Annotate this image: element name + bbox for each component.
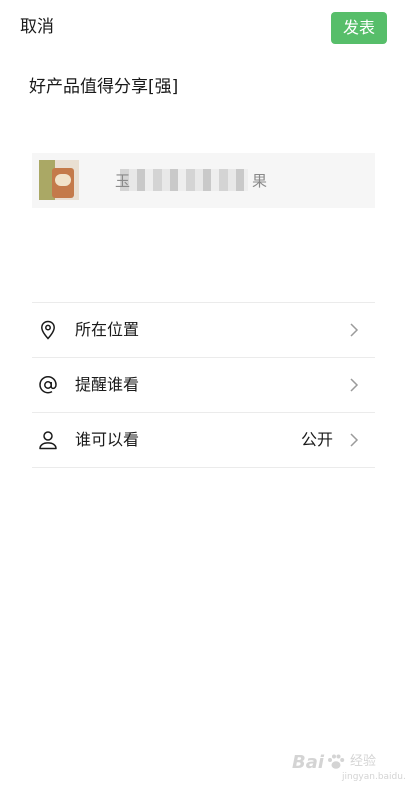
mention-option[interactable]: 提醒谁看	[32, 358, 375, 413]
product-thumbnail	[39, 160, 79, 200]
location-pin-icon	[41, 320, 55, 340]
options-list: 所在位置 提醒谁看 谁可以看 公开	[32, 302, 375, 468]
paw-icon	[328, 754, 345, 769]
person-icon	[39, 431, 57, 450]
publish-button[interactable]: 发表	[331, 12, 387, 44]
mention-option-label: 提醒谁看	[75, 375, 140, 394]
at-icon	[39, 375, 57, 394]
shared-link-title-first: 玉	[115, 172, 131, 190]
visibility-option[interactable]: 谁可以看 公开	[32, 413, 375, 468]
chevron-right-icon	[350, 378, 359, 392]
blurred-title-mask	[120, 169, 248, 191]
watermark-brand: Bai	[292, 752, 325, 773]
cancel-button[interactable]: 取消	[20, 16, 54, 38]
shared-link-card[interactable]: 玉果	[32, 153, 375, 208]
watermark-sub: 经验	[350, 754, 377, 769]
post-text[interactable]: 好产品值得分享[强]	[29, 76, 178, 98]
visibility-value: 公开	[300, 430, 333, 449]
location-option-label: 所在位置	[75, 320, 140, 339]
shared-link-title-last: 果	[252, 172, 268, 190]
location-option[interactable]: 所在位置	[32, 303, 375, 358]
baidu-watermark: Bai 经验 jingyan.baidu.com	[286, 748, 406, 788]
watermark-url: jingyan.baidu.com	[342, 772, 406, 782]
chevron-right-icon	[350, 433, 359, 447]
visibility-option-label: 谁可以看	[75, 430, 140, 449]
chevron-right-icon	[350, 323, 359, 337]
